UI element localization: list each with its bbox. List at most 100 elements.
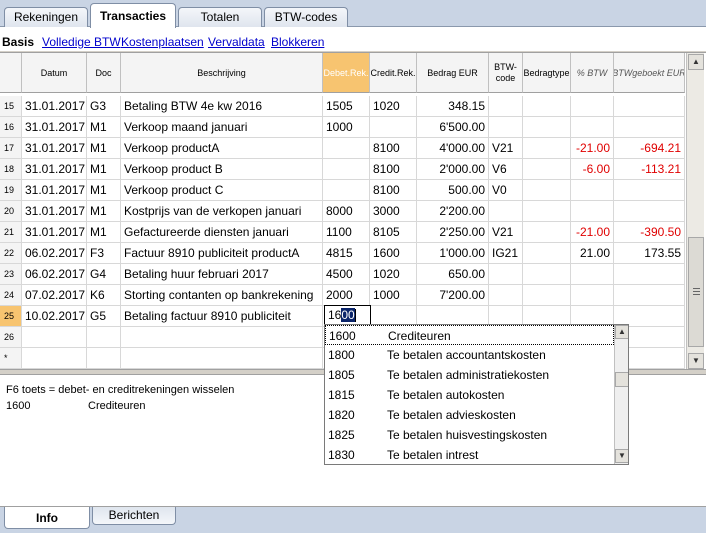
header-credit-rek[interactable]: Credit.Rek.	[370, 53, 417, 93]
cell-date[interactable]: 07.02.2017	[22, 285, 87, 305]
cell-date[interactable]: 10.02.2017	[22, 306, 87, 326]
cell-credit[interactable]: 1000	[370, 285, 417, 305]
cell-doc[interactable]: M1	[87, 159, 121, 179]
cell-booked[interactable]	[614, 264, 685, 284]
cell-vat[interactable]: V0	[489, 180, 523, 200]
tab-info[interactable]: Info	[4, 507, 90, 529]
cell-type[interactable]	[523, 285, 571, 305]
cell-debit[interactable]	[323, 180, 370, 200]
table-row[interactable]: 23 06.02.2017 G4 Betaling huur februari 201…	[0, 264, 685, 285]
cell-pct[interactable]: -6.00	[571, 159, 614, 179]
cell-amount[interactable]: 4'000.00	[417, 138, 489, 158]
cell-pct[interactable]	[571, 180, 614, 200]
row-number[interactable]: 21	[0, 222, 22, 242]
cell-desc[interactable]: Kostprijs van de verkopen januari	[121, 201, 323, 221]
cell-date[interactable]: 31.01.2017	[22, 138, 87, 158]
cell-vat[interactable]: V21	[489, 222, 523, 242]
cell-amount[interactable]: 7'200.00	[417, 285, 489, 305]
scroll-up-button[interactable]: ▲	[688, 54, 704, 70]
cell-desc[interactable]: Betaling huur februari 2017	[121, 264, 323, 284]
header-bedragtype[interactable]: Bedragtype	[523, 53, 571, 93]
tab-transacties[interactable]: Transacties	[90, 3, 176, 28]
tab-btw-codes[interactable]: BTW-codes	[264, 7, 348, 27]
cell-pct[interactable]	[571, 285, 614, 305]
table-row[interactable]: 16 31.01.2017 M1 Verkoop maand januari 1000 6…	[0, 117, 685, 138]
cell-doc[interactable]: M1	[87, 180, 121, 200]
cell-pct[interactable]: -21.00	[571, 138, 614, 158]
cell-booked[interactable]: -113.21	[614, 159, 685, 179]
cell-credit[interactable]: 8100	[370, 180, 417, 200]
cell-doc[interactable]: G3	[87, 96, 121, 116]
dropdown-item[interactable]: 1800 Te betalen accountantskosten	[325, 345, 614, 365]
cell-doc[interactable]: M1	[87, 222, 121, 242]
row-number[interactable]: 17	[0, 138, 22, 158]
cell-booked[interactable]	[614, 96, 685, 116]
row-number[interactable]: 20	[0, 201, 22, 221]
cell-credit[interactable]: 1020	[370, 96, 417, 116]
dropdown-scrollbar[interactable]: ▲ ▼	[614, 325, 628, 464]
cell-desc[interactable]	[121, 327, 323, 347]
cell-date[interactable]: 31.01.2017	[22, 159, 87, 179]
tab-rekeningen[interactable]: Rekeningen	[4, 7, 88, 27]
cell-doc[interactable]: G4	[87, 264, 121, 284]
cell-booked[interactable]	[614, 285, 685, 305]
cell-debit[interactable]: 1100	[323, 222, 370, 242]
cell-doc[interactable]: M1	[87, 117, 121, 137]
table-row[interactable]: 20 31.01.2017 M1 Kostprijs van de verkopen …	[0, 201, 685, 222]
cell-desc[interactable]: Storting contanten op bankrekening	[121, 285, 323, 305]
row-number[interactable]: 26	[0, 327, 22, 347]
row-number[interactable]: 15	[0, 96, 22, 116]
cell-pct[interactable]	[571, 306, 614, 326]
cell-debit[interactable]: 1000	[323, 117, 370, 137]
cell-type[interactable]	[523, 180, 571, 200]
cell-date[interactable]: 31.01.2017	[22, 201, 87, 221]
dropdown-item[interactable]: 1600 Crediteuren	[325, 325, 614, 345]
header-btw-geboekt[interactable]: BTWgeboekt EUR	[614, 53, 685, 93]
cell-booked[interactable]: -390.50	[614, 222, 685, 242]
header-doc[interactable]: Doc	[87, 53, 121, 93]
cell-pct[interactable]: 21.00	[571, 243, 614, 263]
cell-pct[interactable]	[571, 201, 614, 221]
cell-date[interactable]	[22, 327, 87, 347]
cell-pct[interactable]	[571, 96, 614, 116]
table-row[interactable]: 24 07.02.2017 K6 Storting contanten op bank…	[0, 285, 685, 306]
table-row[interactable]: 17 31.01.2017 M1 Verkoop productA 8100 4'000.…	[0, 138, 685, 159]
cell-vat[interactable]	[489, 96, 523, 116]
cell-credit[interactable]: 8105	[370, 222, 417, 242]
grid-vertical-scrollbar[interactable]: ▲ ▼	[686, 53, 704, 369]
cell-type[interactable]	[523, 306, 571, 326]
cell-desc[interactable]: Betaling BTW 4e kw 2016	[121, 96, 323, 116]
cell-doc[interactable]: F3	[87, 243, 121, 263]
cell-debit[interactable]: 8000	[323, 201, 370, 221]
cell-desc[interactable]: Verkoop maand januari	[121, 117, 323, 137]
dropdown-scroll-up[interactable]: ▲	[615, 325, 628, 339]
view-kostenplaatsen[interactable]: Kostenplaatsen	[121, 35, 204, 49]
row-number[interactable]: 19	[0, 180, 22, 200]
dropdown-item[interactable]: 1805 Te betalen administratiekosten	[325, 365, 614, 385]
cell-credit[interactable]: 8100	[370, 138, 417, 158]
cell-amount[interactable]: 1'000.00	[417, 243, 489, 263]
view-basis[interactable]: Basis	[2, 35, 34, 49]
cell-debit[interactable]: 4500	[323, 264, 370, 284]
tab-berichten[interactable]: Berichten	[92, 507, 176, 525]
table-row[interactable]: 21 31.01.2017 M1 Gefactureerde diensten jan…	[0, 222, 685, 243]
cell-debit[interactable]	[323, 138, 370, 158]
row-number[interactable]: 16	[0, 117, 22, 137]
cell-pct[interactable]: -21.00	[571, 222, 614, 242]
cell-desc[interactable]	[121, 348, 323, 368]
table-row[interactable]: 19 31.01.2017 M1 Verkoop product C 8100 500.0…	[0, 180, 685, 201]
cell-desc[interactable]: Factuur 8910 publiciteit productA	[121, 243, 323, 263]
cell-credit[interactable]	[370, 306, 417, 326]
cell-doc[interactable]: K6	[87, 285, 121, 305]
view-vervaldata[interactable]: Vervaldata	[208, 35, 265, 49]
cell-date[interactable]: 06.02.2017	[22, 264, 87, 284]
header-debet-rek[interactable]: Debet.Rek.	[323, 53, 370, 93]
cell-amount[interactable]: 2'250.00	[417, 222, 489, 242]
row-number[interactable]: 25	[0, 306, 22, 326]
account-autocomplete-list[interactable]: 1600 Crediteuren 1800 Te betalen accountant…	[324, 324, 629, 465]
cell-desc[interactable]: Gefactureerde diensten januari	[121, 222, 323, 242]
cell-credit[interactable]: 1020	[370, 264, 417, 284]
cell-pct[interactable]	[571, 117, 614, 137]
cell-vat[interactable]	[489, 117, 523, 137]
debit-account-edit-input[interactable]: 1600	[324, 305, 371, 325]
